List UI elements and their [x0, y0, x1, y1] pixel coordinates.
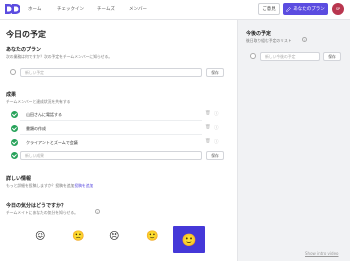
mood-option[interactable]: 😖 [35, 231, 45, 242]
avatar[interactable]: SP [332, 3, 344, 15]
nav-item-home[interactable]: ホーム [28, 6, 41, 12]
new-plan-input[interactable]: 新しい予定 [20, 68, 202, 77]
info-icon[interactable]: ⓘ [214, 111, 219, 117]
app-logo-icon[interactable] [4, 3, 20, 15]
main-panel: 今日の予定 あなたのプラン 次の業務は何ですか？次の予定をチームメンバーに知らせ… [0, 20, 238, 261]
info-icon[interactable]: ⓘ [214, 125, 219, 131]
divider [20, 120, 202, 121]
upcoming-panel: 今後の予定 後日取り組む予定のリスト i 新しい今後の予定 保存 [238, 20, 350, 261]
new-result-check-icon[interactable] [11, 152, 18, 159]
your-plan-label: あなたのプラン [293, 7, 325, 12]
mood-subtitle: チームメイトにあなたの気分を知らせる。 [6, 210, 78, 215]
mood-option-selected[interactable]: 🙂 [173, 226, 205, 253]
task-label: 山田さんに電話する [26, 112, 62, 117]
results-heading: 成果 [6, 92, 17, 98]
nav-item-checkin[interactable]: チェックイン [57, 6, 84, 12]
upcoming-heading: 今後の予定 [246, 31, 272, 37]
intro-video-link[interactable]: Show intro video [305, 251, 338, 256]
plan-heading: あなたのプラン [6, 47, 42, 53]
plan-subtitle: 次の業務は何ですか？次の予定をチームメンバーに知らせる。 [6, 54, 113, 59]
task-check-icon[interactable] [11, 125, 18, 132]
your-plan-button[interactable]: あなたのプラン [283, 3, 328, 15]
mood-option[interactable]: 🙂 [146, 231, 158, 242]
divider [20, 134, 202, 135]
result-save-button[interactable]: 保存 [206, 151, 224, 160]
task-check-icon[interactable] [11, 139, 18, 146]
upcoming-save-button[interactable]: 保存 [323, 52, 341, 61]
details-text: もっと詳細を投稿しますか？投稿を追加投稿を追加 [6, 183, 93, 189]
new-result-input[interactable]: 新しい成果 [20, 151, 202, 160]
pencil-icon [286, 6, 292, 12]
details-text-prefix: もっと詳細を投稿しますか？投稿を追加 [6, 183, 75, 188]
plan-radio[interactable] [10, 69, 16, 75]
details-heading: 詳しい情報 [6, 176, 32, 182]
mood-option[interactable]: 🙁 [72, 231, 84, 242]
delete-icon[interactable]: 🗑 [205, 139, 211, 144]
task-check-icon[interactable] [11, 111, 18, 118]
upcoming-radio[interactable] [250, 53, 256, 59]
plan-save-button[interactable]: 保存 [206, 68, 224, 77]
info-icon[interactable]: ⓘ [214, 139, 219, 145]
nav-item-teams[interactable]: チームズ [97, 6, 115, 12]
top-navigation-bar: ホーム チェックイン チームズ メンバー ご意見 あなたのプラン SP [0, 0, 350, 20]
page-title: 今日の予定 [6, 30, 46, 39]
upcoming-info-icon[interactable]: i [302, 37, 307, 42]
task-label: クライアントとズームで会議 [26, 140, 78, 145]
mood-option[interactable]: 😣 [109, 231, 119, 242]
nav-item-members[interactable]: メンバー [129, 6, 147, 12]
delete-icon[interactable]: 🗑 [205, 125, 211, 130]
new-upcoming-input[interactable]: 新しい今後の予定 [260, 52, 320, 61]
task-label: 書類の作成 [26, 126, 46, 131]
feedback-button[interactable]: ご意見 [258, 3, 280, 15]
selected-mood-emoji: 🙂 [181, 232, 197, 247]
upcoming-subtitle: 後日取り組む予定のリスト [246, 38, 292, 43]
mood-info-icon[interactable]: i [95, 209, 100, 214]
add-post-link[interactable]: 投稿を追加 [74, 183, 93, 188]
delete-icon[interactable]: 🗑 [205, 111, 211, 116]
mood-heading: 今日の気分はどうですか？ [6, 203, 67, 209]
results-subtitle: チームメンバーと達成状況を共有する [6, 99, 71, 104]
